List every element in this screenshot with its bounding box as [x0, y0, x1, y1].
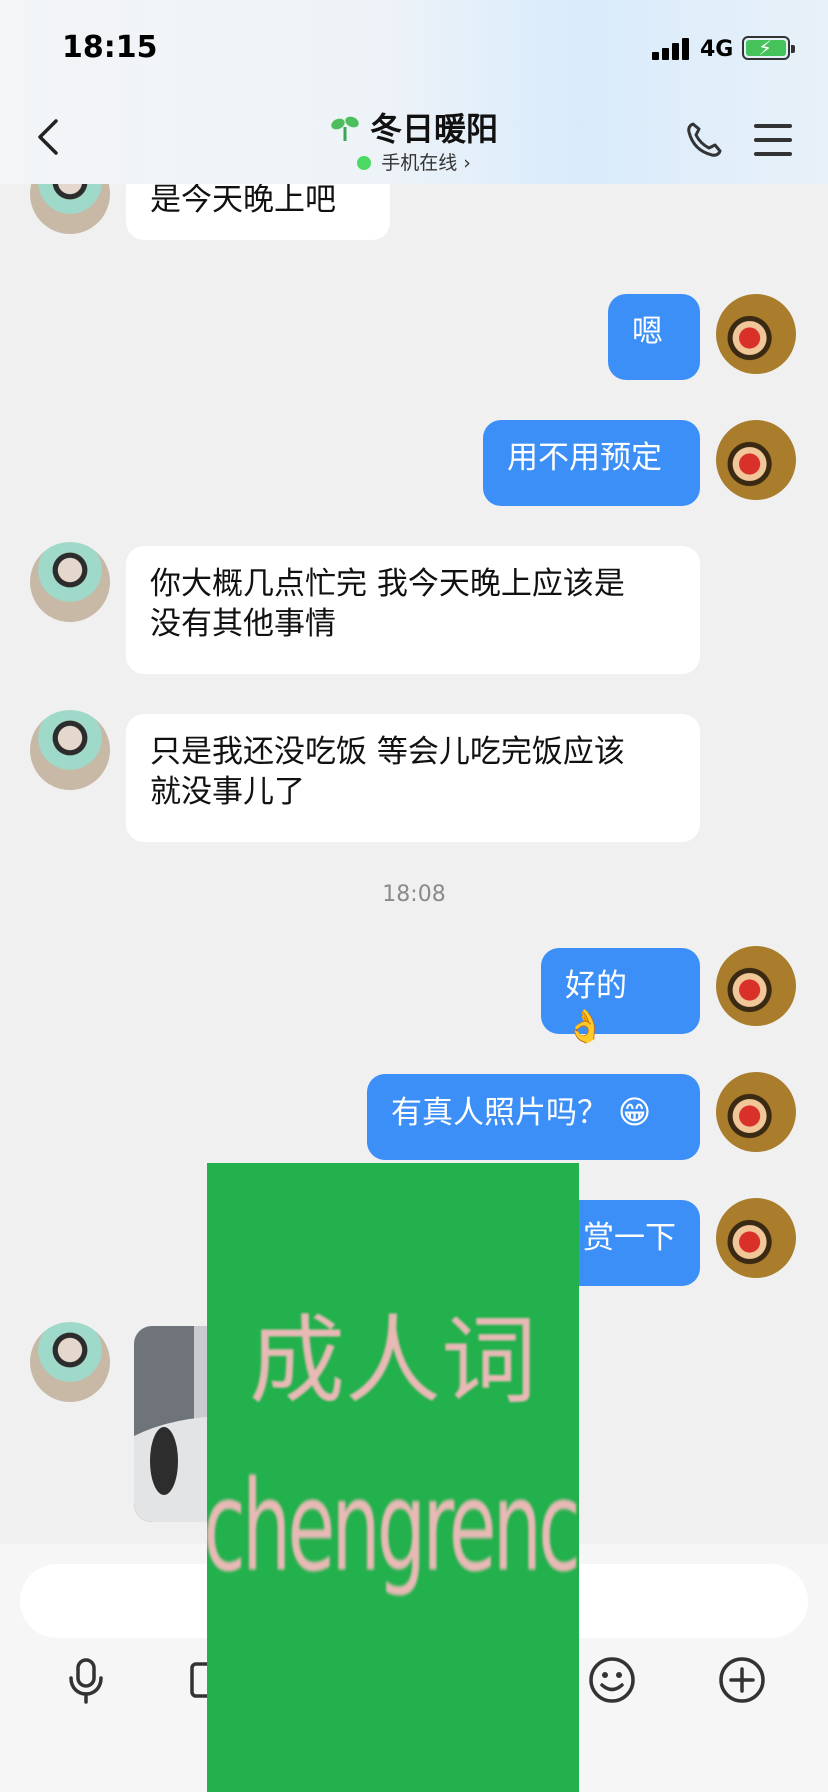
contact-avatar[interactable]	[30, 542, 110, 622]
message-text: 嗯	[632, 314, 663, 350]
message-text-line: 没有其他事情	[150, 606, 336, 642]
incoming-message[interactable]: 是今天晚上吧	[126, 184, 390, 240]
chat-header: 18:15 4G ⚡ 冬日暖阳 手机在线 ›	[0, 0, 828, 184]
chevron-right-icon: ›	[463, 152, 471, 174]
watermark-url: chengrenci.com	[207, 1456, 579, 1600]
my-avatar[interactable]	[716, 946, 796, 1026]
network-type: 4G	[700, 37, 734, 62]
message-text: 好的	[565, 968, 627, 1004]
contact-avatar[interactable]	[30, 710, 110, 790]
menu-icon[interactable]	[754, 124, 792, 156]
message-text: 是今天晚上吧	[150, 184, 336, 218]
ok-hand-emoji-icon: 👌	[565, 1007, 605, 1045]
contact-avatar[interactable]	[30, 184, 110, 234]
microphone-icon[interactable]	[60, 1654, 112, 1706]
signal-icon	[652, 38, 692, 60]
emoji-icon[interactable]	[586, 1654, 638, 1706]
incoming-message[interactable]: 你大概几点忙完 我今天晚上应该是 没有其他事情	[126, 546, 700, 674]
status-time: 18:15	[62, 30, 158, 65]
watermark-overlay: 成人词 chengrenci.com	[207, 1163, 579, 1792]
add-icon[interactable]	[716, 1654, 768, 1706]
contact-avatar[interactable]	[30, 1322, 110, 1402]
message-timestamp: 18:08	[382, 882, 446, 907]
my-avatar[interactable]	[716, 294, 796, 374]
grinning-emoji-icon: 😁	[617, 1093, 652, 1131]
contact-name: 冬日暖阳	[369, 110, 498, 148]
phone-icon[interactable]	[684, 120, 724, 160]
my-avatar[interactable]	[716, 1072, 796, 1152]
sprout-icon	[331, 116, 359, 141]
watermark-text: 成人词	[249, 1305, 537, 1417]
message-text: 有真人照片吗？	[391, 1095, 608, 1131]
my-avatar[interactable]	[716, 420, 796, 500]
battery-icon: ⚡	[742, 36, 795, 60]
outgoing-message[interactable]: 有真人照片吗？ 😁	[367, 1074, 700, 1160]
outgoing-message[interactable]: 好的 👌	[541, 948, 700, 1045]
message-text-line: 只是我还没吃饭 等会儿吃完饭应该	[150, 734, 625, 770]
message-text: 赏一下	[583, 1220, 676, 1256]
message-text-line: 你大概几点忙完 我今天晚上应该是	[150, 566, 625, 602]
message-text-line: 就没事儿了	[150, 774, 305, 810]
my-avatar[interactable]	[716, 1198, 796, 1278]
message-text: 用不用预定	[507, 440, 662, 476]
online-dot-icon	[357, 156, 372, 170]
outgoing-message[interactable]: 用不用预定	[483, 420, 700, 506]
outgoing-message[interactable]: 嗯	[608, 294, 700, 380]
online-status-text: 手机在线	[381, 152, 458, 174]
incoming-message[interactable]: 只是我还没吃饭 等会儿吃完饭应该 就没事儿了	[126, 714, 700, 842]
